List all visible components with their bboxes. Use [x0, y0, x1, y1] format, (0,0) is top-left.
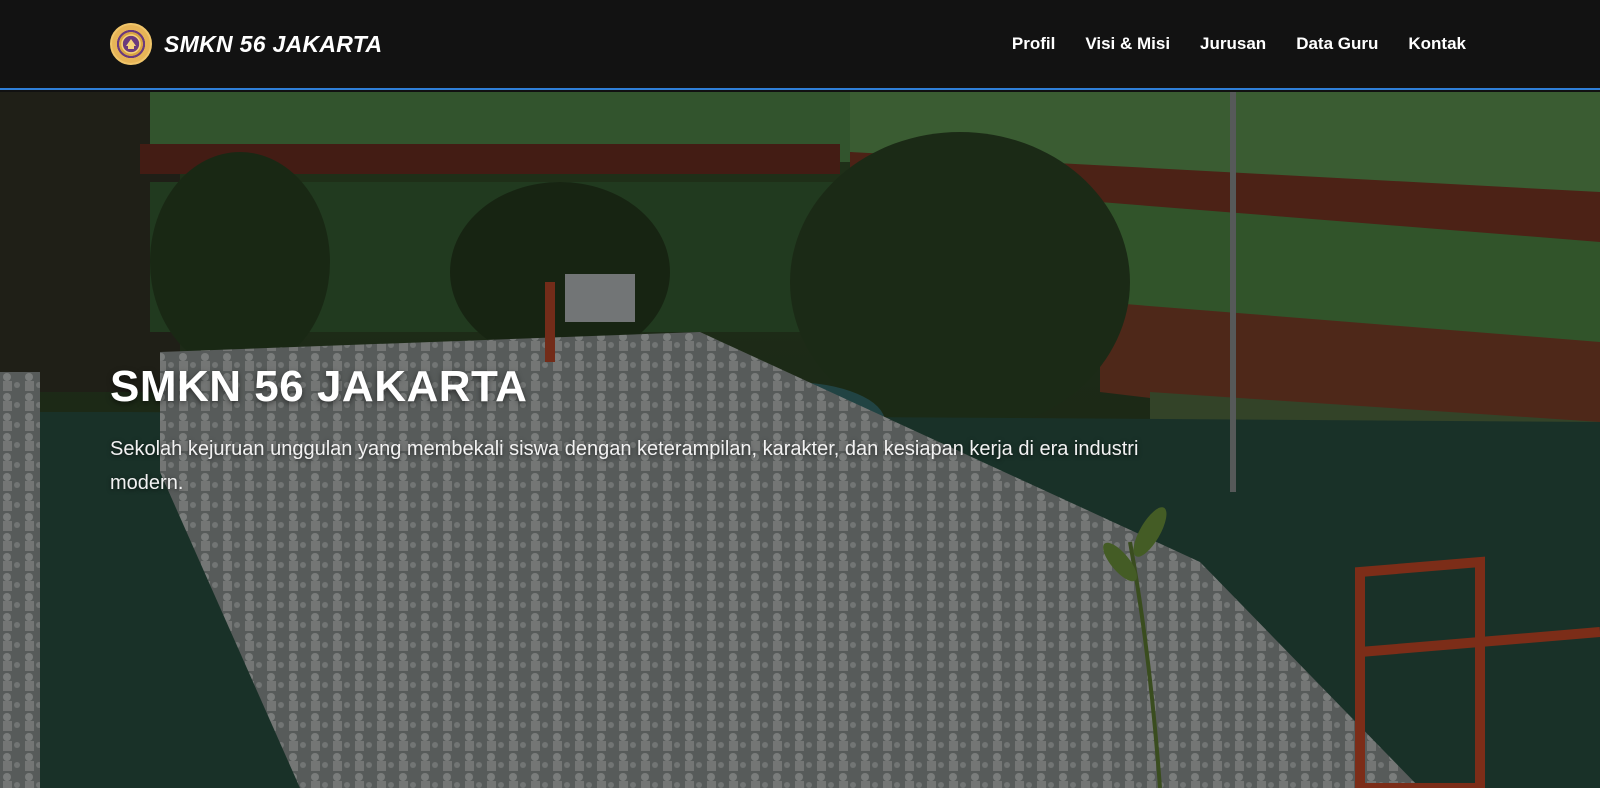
school-emblem-icon	[110, 23, 152, 65]
brand-link[interactable]: SMKN 56 JAKARTA	[110, 23, 382, 65]
hero-section: SMKN 56 JAKARTA Sekolah kejuruan unggula…	[0, 92, 1600, 788]
nav-item-jurusan[interactable]: Jurusan	[1200, 34, 1266, 54]
hero-content: SMKN 56 JAKARTA Sekolah kejuruan unggula…	[110, 362, 1210, 500]
nav-item-data-guru[interactable]: Data Guru	[1296, 34, 1378, 54]
nav-item-kontak[interactable]: Kontak	[1408, 34, 1466, 54]
hero-title: SMKN 56 JAKARTA	[110, 362, 528, 411]
navbar: SMKN 56 JAKARTA Profil Visi & Misi Jurus…	[0, 0, 1600, 90]
brand-name: SMKN 56 JAKARTA	[164, 30, 383, 57]
nav-item-visi-misi[interactable]: Visi & Misi	[1085, 34, 1170, 54]
hero-subtitle: Sekolah kejuruan unggulan yang membekali…	[110, 438, 1139, 494]
nav-item-profil[interactable]: Profil	[1012, 34, 1055, 54]
main-nav: Profil Visi & Misi Jurusan Data Guru Kon…	[1012, 34, 1466, 54]
